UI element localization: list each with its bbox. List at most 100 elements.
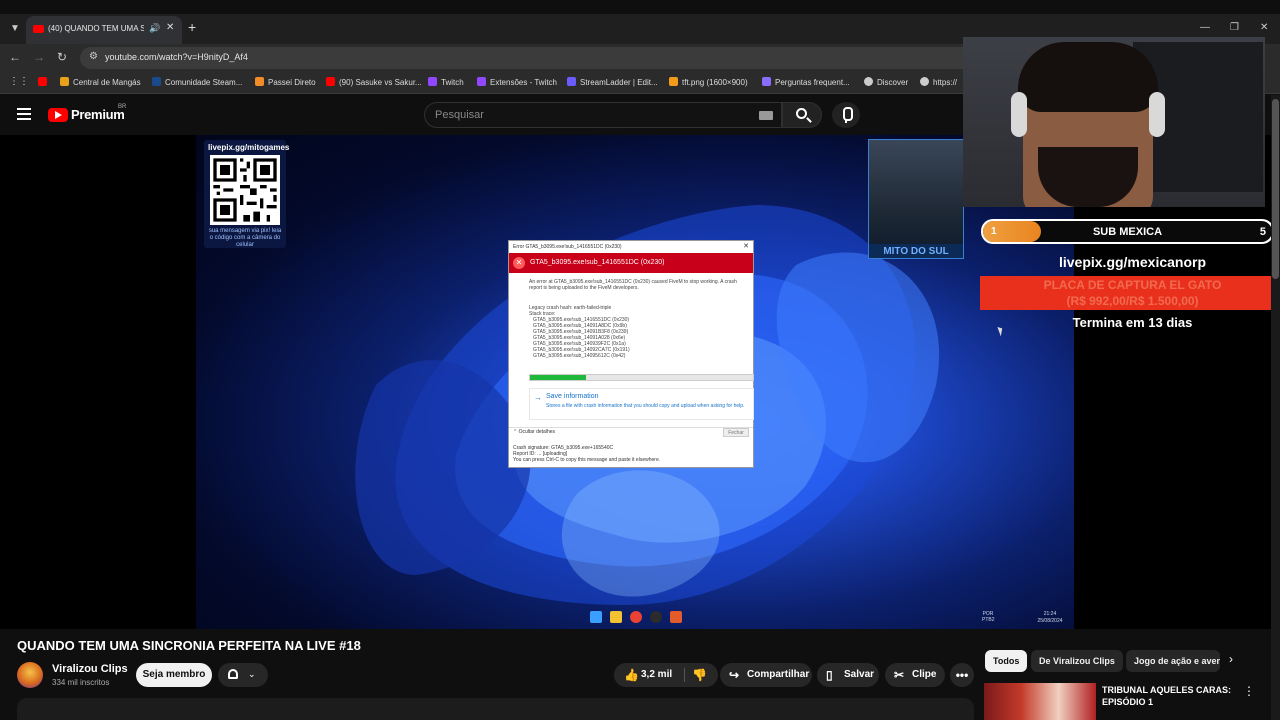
recommendation-more-icon[interactable]: ⋮ xyxy=(1243,684,1255,698)
bookmark-favicon-icon xyxy=(864,77,873,86)
bookmark-item[interactable]: Central de Mangás xyxy=(60,77,141,87)
bookmark-item[interactable]: Passei Direto xyxy=(255,77,316,87)
error-message: An error at GTA5_b3095.exe!sub_1416551DC… xyxy=(529,279,737,291)
join-member-button[interactable]: Seja membro xyxy=(136,663,212,687)
channel-name[interactable]: Viralizou Clips xyxy=(52,663,128,675)
bookmark-favicon-icon xyxy=(920,77,929,86)
file-explorer-icon[interactable] xyxy=(610,611,622,623)
streamer-webcam xyxy=(963,37,1265,207)
like-icon[interactable]: 👍 xyxy=(624,663,639,687)
window-close-icon[interactable]: ✕ xyxy=(1260,22,1268,33)
channel-avatar[interactable] xyxy=(17,662,43,688)
bookmark-icon: ▯ xyxy=(826,668,833,682)
tray-language[interactable]: POR PTB2 xyxy=(982,611,995,623)
tray-date[interactable]: 25/08/2024 xyxy=(1034,618,1066,624)
country-code: BR xyxy=(118,104,127,110)
tab-search-chevron-icon[interactable]: ▼ xyxy=(6,20,24,38)
apps-grid-icon[interactable]: ⋮⋮ xyxy=(9,76,29,87)
voice-search-icon[interactable] xyxy=(832,102,860,128)
qr-title: livepix.gg/mitogames xyxy=(208,143,290,152)
chevron-right-icon[interactable]: › xyxy=(1229,652,1233,666)
recommendation-title[interactable]: TRIBUNAL AQUELES CARAS: EPISÓDIO 1 xyxy=(1102,684,1232,708)
page-scrollbar[interactable] xyxy=(1271,95,1280,720)
bookmark-item[interactable]: tft.png (1600×900) xyxy=(669,77,748,87)
scrollbar-thumb[interactable] xyxy=(1272,99,1279,279)
site-info-icon[interactable]: ⚙ xyxy=(89,51,98,62)
save-information-option: → Save information Stores a file with cr… xyxy=(529,388,754,420)
save-label: Salvar xyxy=(844,669,875,680)
livepix-link: livepix.gg/mexicanorp xyxy=(1058,254,1207,270)
bell-icon xyxy=(228,669,238,679)
chip-all[interactable]: Todos xyxy=(985,650,1028,672)
clip-button[interactable]: ✂ Clipe xyxy=(885,663,945,687)
share-button[interactable]: ↪ Compartilhar xyxy=(720,663,812,687)
sub-goal-track: 1 SUB MEXICA 5 xyxy=(983,221,1272,242)
search-input[interactable]: Pesquisar xyxy=(424,102,782,128)
dialog-close-icon: ✕ xyxy=(743,243,749,250)
share-icon: ↪ xyxy=(729,668,740,682)
chrome-icon[interactable] xyxy=(630,611,642,623)
steam-icon[interactable] xyxy=(650,611,662,623)
search-placeholder: Pesquisar xyxy=(435,109,484,121)
recommendation-thumbnail[interactable] xyxy=(984,683,1096,720)
like-count[interactable]: 3,2 mil xyxy=(641,663,672,687)
video-title: QUANDO TEM UMA SINCRONIA PERFEITA NA LIV… xyxy=(17,638,361,653)
close-tab-icon[interactable]: ✕ xyxy=(166,22,174,33)
browser-tab[interactable]: (40) QUANDO TEM UMA SI 🔊 ✕ xyxy=(26,16,182,44)
video-player[interactable]: POR PTB2 21:24 25/08/2024 livepix.gg/mit… xyxy=(0,135,1280,629)
fivem-error-dialog: Error GTA5_b3095.exe!sub_1416551DC (0x23… xyxy=(508,240,754,468)
windows-start-icon[interactable] xyxy=(590,611,602,623)
fivem-icon[interactable] xyxy=(670,611,682,623)
bookmark-item[interactable]: (90) Sasuke vs Sakur... xyxy=(326,77,422,87)
error-stack: Legacy crash hash: earth-failed-triple S… xyxy=(529,305,739,359)
search-button[interactable] xyxy=(782,102,822,128)
hamburger-menu-icon[interactable] xyxy=(17,108,31,120)
error-window-title: Error GTA5_b3095.exe!sub_1416551DC (0x23… xyxy=(513,244,622,250)
notifications-button[interactable]: ⌄ xyxy=(218,663,268,687)
dislike-icon[interactable]: 👎 xyxy=(692,663,707,687)
chip-action-adventure[interactable]: Jogo de ação e aventura xyxy=(1126,650,1220,672)
chip-channel[interactable]: De Viralizou Clips xyxy=(1031,650,1123,672)
error-icon: ✕ xyxy=(513,257,525,269)
tray-time[interactable]: 21:24 xyxy=(1034,611,1066,617)
bookmark-favicon-icon xyxy=(255,77,264,86)
forward-icon[interactable]: → xyxy=(33,50,45,64)
reload-icon[interactable]: ↻ xyxy=(57,50,67,64)
keyboard-icon[interactable] xyxy=(759,111,773,120)
bookmark-item[interactable]: Perguntas frequent... xyxy=(762,77,850,87)
url-text: youtube.com/watch?v=H9nityD_Af4 xyxy=(105,52,248,62)
back-icon[interactable]: ← xyxy=(9,50,21,64)
fechar-button: Fechar xyxy=(723,428,749,437)
address-bar[interactable]: ⚙ youtube.com/watch?v=H9nityD_Af4 xyxy=(80,47,980,69)
donation-goal-box: PLACA DE CAPTURA EL GATO (R$ 992,00/R$ 1… xyxy=(980,276,1280,310)
youtube-bookmark-icon[interactable] xyxy=(38,77,51,87)
subscriber-count: 334 mil inscritos xyxy=(52,678,110,687)
headset-right xyxy=(1149,92,1165,137)
copy-hint: You can press Ctrl-C to copy this messag… xyxy=(513,457,661,463)
restore-icon[interactable]: ❐ xyxy=(1230,22,1239,33)
youtube-brand[interactable]: Premium xyxy=(71,107,125,122)
bookmark-item[interactable]: StreamLadder | Edit... xyxy=(567,77,658,87)
bookmark-item[interactable]: Extensões - Twitch xyxy=(477,77,557,87)
youtube-logo-icon[interactable] xyxy=(48,108,68,122)
qr-code-icon xyxy=(210,155,280,225)
chevron-down-icon: ⌄ xyxy=(248,669,256,679)
description-box[interactable] xyxy=(17,698,974,720)
tab-title: (40) QUANDO TEM UMA SI xyxy=(48,24,144,33)
bookmark-item[interactable]: https:// xyxy=(920,77,957,87)
more-actions-icon[interactable]: ••• xyxy=(950,663,974,687)
livepix-qr-panel: livepix.gg/mitogames sua mensagem via pi… xyxy=(204,140,290,248)
save-button[interactable]: ▯ Salvar xyxy=(817,663,879,687)
donation-goal-amount: (R$ 992,00/R$ 1.500,00) xyxy=(1066,294,1199,308)
bookmark-item[interactable]: Discover xyxy=(864,77,908,87)
audio-playing-icon[interactable]: 🔊 xyxy=(149,23,160,34)
bookmark-item[interactable]: Comunidade Steam... xyxy=(152,77,242,87)
bookmark-favicon-icon xyxy=(152,77,161,86)
screen: ▼ (40) QUANDO TEM UMA SI 🔊 ✕ + — ❐ ✕ ← →… xyxy=(0,0,1280,720)
bookmark-item[interactable]: Twitch xyxy=(428,77,464,87)
sub-goal-name: SUB MEXICA xyxy=(1092,226,1163,238)
new-tab-icon[interactable]: + xyxy=(188,20,196,34)
scissors-icon: ✂ xyxy=(894,668,905,682)
minimize-icon[interactable]: — xyxy=(1200,22,1210,33)
crash-details: Crash signature: GTA5_b3095.exe+165540C … xyxy=(513,445,751,463)
